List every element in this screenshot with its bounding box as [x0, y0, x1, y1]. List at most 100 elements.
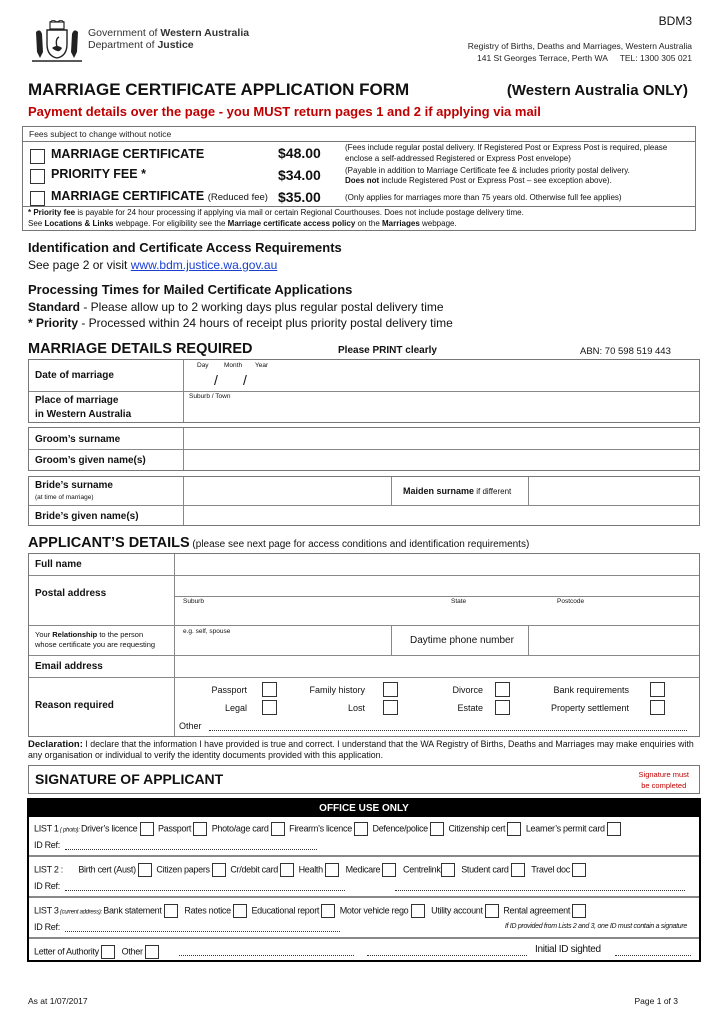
maiden-suffix: if different — [474, 487, 512, 496]
full-name-field[interactable] — [175, 554, 699, 575]
list3-motor-vehicle-rego-checkbox[interactable] — [410, 904, 425, 918]
footnote-priority-text: is payable for 24 hour processing if app… — [75, 208, 524, 217]
marriages-ref: Marriages — [381, 218, 420, 228]
list3-label: LIST 3 — [34, 905, 59, 916]
marriage-details-heading: MARRIAGE DETAILS REQUIRED — [28, 341, 253, 357]
reason-property-checkbox[interactable] — [650, 699, 665, 717]
maiden-bold: Maiden surname — [403, 486, 475, 496]
reason-legal-checkbox[interactable] — [262, 699, 277, 717]
postal-suburb-state-postcode-field[interactable]: Suburb State Postcode — [175, 597, 699, 625]
list1-id-ref-field[interactable] — [65, 840, 317, 850]
list2-id-ref-field-1[interactable] — [65, 881, 345, 891]
list2-citizen-papers-checkbox[interactable] — [211, 863, 226, 877]
relationship-field[interactable]: e.g. self, spouse — [175, 626, 391, 655]
fee-label-reduced: MARRIAGE CERTIFICATE (Reduced fee) — [51, 189, 268, 203]
priority-note-bold: Does not — [345, 176, 380, 185]
list3-id-ref-label: ID Ref: — [34, 922, 60, 932]
list3-bank-statement-checkbox[interactable] — [163, 904, 178, 918]
bride-surname-field[interactable] — [185, 477, 391, 505]
list2-centrelink-checkbox[interactable] — [440, 863, 455, 877]
list2-travel-doc-checkbox[interactable] — [572, 863, 587, 877]
place-of-marriage-field[interactable]: Suburb / Town — [186, 392, 699, 422]
reason-family-history-checkbox[interactable] — [383, 681, 398, 699]
access-policy-ref: Marriage certificate access policy — [227, 218, 356, 228]
list1-learners-permit-checkbox[interactable] — [606, 822, 621, 836]
signature-box[interactable]: SIGNATURE OF APPLICANT Signature must be… — [28, 765, 700, 794]
list2-medicare-checkbox[interactable] — [382, 863, 397, 877]
footnote-priority-bold: * Priority fee — [28, 208, 76, 217]
bride-given-field[interactable] — [185, 506, 699, 525]
processing-priority: * Priority - Processed within 24 hours o… — [28, 316, 453, 330]
reason-bank-label: Bank requirements — [553, 685, 629, 695]
office-other-field[interactable] — [179, 946, 354, 956]
marriage-certificate-checkbox[interactable] — [30, 148, 45, 166]
applicant-heading-note: (please see next page for access conditi… — [189, 539, 530, 550]
office-other-label: Other — [121, 946, 143, 957]
fee-label-marriage-certificate: MARRIAGE CERTIFICATE — [51, 147, 205, 161]
list2-health-checkbox[interactable] — [325, 863, 339, 877]
fee-note-priority: (Payable in addition to Marriage Certifi… — [345, 166, 690, 186]
postal-address-field[interactable] — [175, 576, 699, 596]
groom-table: Groom’s surname Groom’s given name(s) — [28, 427, 700, 471]
org-prefix: Government of — [88, 27, 161, 39]
list1-citizenship-cert: Citizenship cert — [448, 823, 506, 834]
list2-health: Health — [298, 864, 324, 875]
list3-utility-account-checkbox[interactable] — [484, 904, 499, 918]
list1-passport-checkbox[interactable] — [193, 822, 208, 836]
email-address-field[interactable] — [175, 656, 699, 677]
list2-student-card-checkbox[interactable] — [510, 863, 525, 877]
groom-given-label: Groom’s given name(s) — [35, 455, 146, 466]
reason-lost-checkbox[interactable] — [383, 699, 398, 717]
letter-of-authority-checkbox[interactable] — [101, 945, 116, 959]
list1-drivers-licence-checkbox[interactable] — [139, 822, 154, 836]
list3-educational-report: Educational report — [251, 905, 320, 916]
declaration-label: Declaration: — [28, 739, 83, 750]
groom-given-field[interactable] — [185, 450, 699, 470]
scope-title: (Western Australia ONLY) — [506, 82, 688, 99]
state-hint: State — [451, 598, 467, 605]
postcode-hint: Postcode — [557, 598, 585, 605]
initial-id-sighted-field[interactable] — [615, 946, 691, 956]
registry-tel: TEL: 1300 305 021 — [619, 53, 692, 63]
id-text: See page 2 or visit www.bdm.justice.wa.g… — [28, 258, 277, 272]
office-other-checkbox[interactable] — [144, 945, 159, 959]
date-of-marriage-field[interactable]: Day Month Year / / — [186, 360, 699, 390]
list3-rental-agreement-checkbox[interactable] — [572, 904, 587, 918]
list3-rates-notice-checkbox[interactable] — [233, 904, 248, 918]
list2-travel-doc: Travel doc — [531, 864, 570, 875]
reason-passport-checkbox[interactable] — [262, 681, 277, 699]
signature-heading: SIGNATURE OF APPLICANT — [35, 771, 224, 787]
reason-other-field[interactable] — [209, 721, 687, 731]
bride-surname-sub: (at time of marriage) — [35, 494, 94, 501]
bdm-website-link[interactable]: www.bdm.justice.wa.gov.au — [131, 258, 278, 272]
list3-row: LIST 3 (current address): Bank statement… — [34, 904, 587, 918]
groom-surname-field[interactable] — [185, 428, 699, 449]
list1-defence-police: Defence/police — [372, 823, 429, 834]
standard-text: - Please allow up to 2 working days plus… — [80, 300, 444, 314]
list2-row: LIST 2 : Birth cert (Aust) Citizen paper… — [34, 863, 587, 877]
reason-divorce-checkbox[interactable] — [495, 681, 510, 699]
maiden-surname-field[interactable] — [529, 477, 699, 505]
list3-educational-report-checkbox[interactable] — [321, 904, 336, 918]
list2-id-ref-field-2[interactable] — [395, 881, 685, 891]
office-extra-field[interactable] — [367, 946, 527, 956]
priority-fee-checkbox[interactable] — [30, 168, 45, 186]
sig-note-1: Signature must — [638, 770, 689, 779]
list1-firearms-licence: Firearm’s licence — [289, 823, 352, 834]
list1-firearms-licence-checkbox[interactable] — [354, 822, 369, 836]
list1-defence-police-checkbox[interactable] — [430, 822, 445, 836]
list1-citizenship-cert-checkbox[interactable] — [507, 822, 522, 836]
list1-photo-age-card-checkbox[interactable] — [270, 822, 285, 836]
list2-birth-cert-checkbox[interactable] — [137, 863, 152, 877]
reason-estate-checkbox[interactable] — [495, 699, 510, 717]
list3-signature-note: If ID provided from Lists 2 and 3, one I… — [504, 923, 687, 930]
locations-links-ref: Locations & Links — [44, 218, 114, 228]
list3-bank-statement: Bank statement — [103, 905, 162, 916]
list3-id-ref-field[interactable] — [65, 922, 340, 932]
registry-address: 141 St Georges Terrace, Perth WA — [477, 53, 608, 63]
reason-bank-checkbox[interactable] — [650, 681, 665, 699]
list2-debit-card-checkbox[interactable] — [280, 863, 295, 877]
list1-row: LIST 1 ( photo): Driver’s licence Passpo… — [34, 822, 621, 836]
daytime-phone-field[interactable] — [529, 626, 699, 655]
processing-heading: Processing Times for Mailed Certificate … — [28, 282, 353, 297]
